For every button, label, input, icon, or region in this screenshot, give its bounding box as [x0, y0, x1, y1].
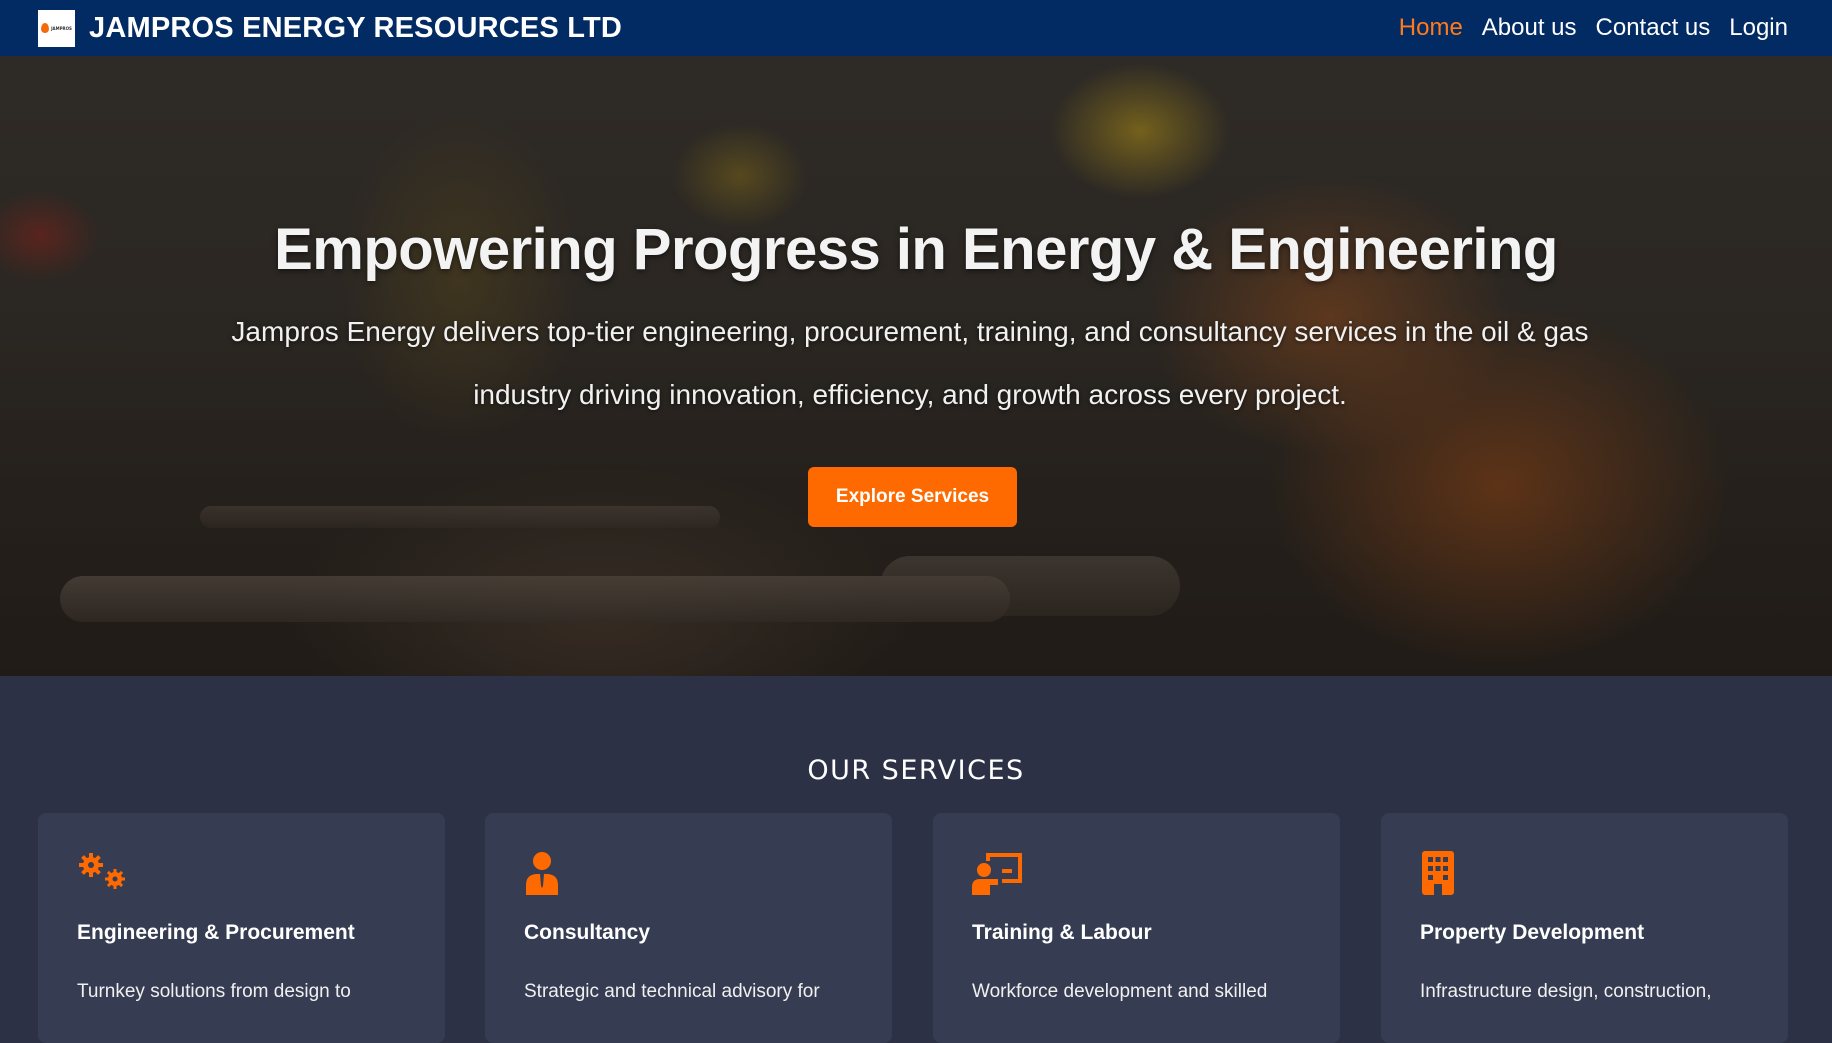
top-navbar: JAMPROS JAMPROS ENERGY RESOURCES LTD Hom… — [0, 0, 1832, 56]
nav-link-about[interactable]: About us — [1482, 14, 1577, 42]
hero-section: Empowering Progress in Energy & Engineer… — [0, 56, 1832, 676]
logo-text: JAMPROS — [51, 25, 72, 31]
nav-link-login[interactable]: Login — [1729, 14, 1788, 42]
nav-links: Home About us Contact us Login — [1399, 14, 1788, 42]
service-card-title: Property Development — [1420, 921, 1645, 944]
building-icon — [1422, 851, 1454, 895]
hero-subtitle: Jampros Energy delivers top-tier enginee… — [231, 316, 1589, 410]
brand[interactable]: JAMPROS JAMPROS ENERGY RESOURCES LTD — [38, 9, 622, 47]
service-card-title: Engineering & Procurement — [77, 921, 355, 944]
service-card-engineering[interactable]: Engineering & Procurement Turnkey soluti… — [38, 813, 445, 1043]
service-card-description: Strategic and technical advisory for — [524, 981, 820, 1002]
hero-content: Empowering Progress in Energy & Engineer… — [0, 56, 1832, 676]
training-icon — [972, 853, 1022, 895]
nav-link-contact[interactable]: Contact us — [1596, 14, 1711, 42]
brand-name[interactable]: JAMPROS ENERGY RESOURCES LTD — [89, 12, 622, 45]
hero-title: Empowering Progress in Energy & Engineer… — [274, 217, 1558, 282]
service-card-title: Training & Labour — [972, 921, 1152, 944]
flame-drop-icon — [41, 23, 50, 33]
company-logo[interactable]: JAMPROS — [38, 9, 75, 47]
services-heading: OUR SERVICES — [807, 755, 1025, 786]
service-card-title: Consultancy — [524, 921, 651, 944]
explore-services-button[interactable]: Explore Services — [808, 467, 1017, 527]
service-card-property[interactable]: Property Development Infrastructure desi… — [1381, 813, 1788, 1043]
service-card-description: Workforce development and skilled — [972, 981, 1268, 1002]
service-card-training[interactable]: Training & Labour Workforce development … — [933, 813, 1340, 1043]
services-section: OUR SERVICES Engineering & Procurement T… — [0, 676, 1832, 1043]
consultant-icon — [526, 852, 558, 895]
service-card-description: Turnkey solutions from design to — [77, 981, 351, 1002]
service-card-consultancy[interactable]: Consultancy Strategic and technical advi… — [485, 813, 892, 1043]
gears-icon — [79, 853, 125, 889]
service-card-description: Infrastructure design, construction, — [1420, 981, 1712, 1002]
nav-link-home[interactable]: Home — [1399, 14, 1463, 42]
